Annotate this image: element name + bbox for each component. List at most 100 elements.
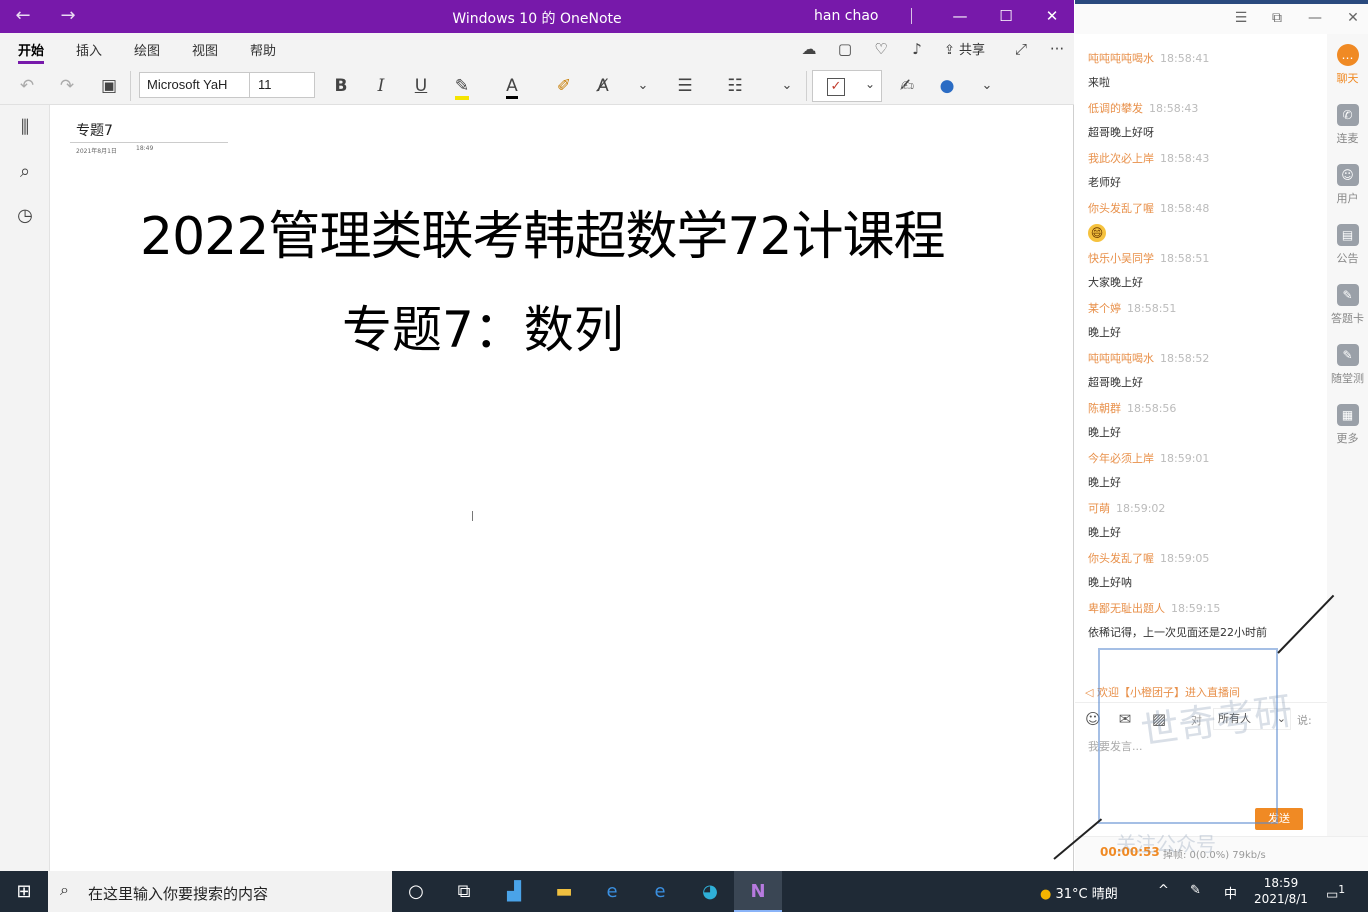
format-painter-icon[interactable]: ✐ bbox=[549, 73, 579, 99]
share-button[interactable]: ⇪ 共享 bbox=[944, 39, 985, 58]
side-nav-item-1[interactable]: ✆ 连麦 bbox=[1327, 104, 1368, 146]
side-nav-label: 更多 bbox=[1336, 432, 1359, 445]
send-button[interactable]: 发送 bbox=[1255, 808, 1303, 830]
search-icon[interactable]: ⌕ bbox=[12, 159, 38, 185]
tray-expand-icon[interactable]: ^ bbox=[1158, 883, 1169, 898]
quick-reply-icon[interactable]: ✉ bbox=[1115, 709, 1135, 729]
numbered-list-icon[interactable]: ☷ bbox=[720, 73, 750, 99]
task-view-icon[interactable]: ⧉ bbox=[440, 871, 488, 912]
close-button[interactable]: ✕ bbox=[1032, 4, 1072, 28]
paste-icon[interactable]: ▣ bbox=[94, 73, 124, 99]
topic-heading[interactable]: 专题7：数列 bbox=[342, 290, 624, 362]
onenote-icon[interactable]: N bbox=[734, 871, 782, 912]
chat-username[interactable]: 今年必须上岸 bbox=[1088, 452, 1154, 465]
todo-tag-button[interactable]: ✓ ⌄ bbox=[812, 70, 882, 102]
edge-icon[interactable]: ◕ bbox=[686, 871, 734, 912]
close-icon[interactable]: ✕ bbox=[1341, 10, 1365, 26]
more-options-button[interactable]: ··· bbox=[1044, 38, 1070, 60]
chat-username[interactable]: 你头发乱了喔 bbox=[1088, 552, 1154, 565]
chat-username[interactable]: 陈朝群 bbox=[1088, 402, 1121, 415]
chat-username[interactable]: 吨吨吨吨喝水 bbox=[1088, 52, 1154, 65]
minimize-icon[interactable]: — bbox=[1303, 10, 1327, 26]
side-nav-item-2[interactable]: ☺ 用户 bbox=[1327, 164, 1368, 206]
side-nav-label: 聊天 bbox=[1336, 72, 1359, 85]
side-nav-item-4[interactable]: ✎ 答题卡 bbox=[1327, 284, 1368, 326]
chat-message-text: 依稀记得，上一次见面还是22小时前 bbox=[1088, 626, 1267, 639]
page-title[interactable]: 专题7 bbox=[76, 120, 113, 140]
chat-username[interactable]: 快乐小吴同学 bbox=[1088, 252, 1154, 265]
highlight-icon[interactable]: ✎ bbox=[447, 73, 477, 100]
recent-clock-icon[interactable]: ◷ bbox=[12, 203, 38, 229]
tab-help[interactable]: 帮助 bbox=[250, 40, 276, 64]
minimize-button[interactable]: — bbox=[940, 4, 980, 28]
font-size-input[interactable]: 11 bbox=[250, 72, 315, 98]
system-clock[interactable]: 18:59 2021/8/1 bbox=[1250, 875, 1312, 907]
start-button[interactable]: ⊞ bbox=[0, 871, 48, 912]
restore-icon[interactable]: ⧉ bbox=[1265, 10, 1289, 26]
welcome-notice: ◁ 欢迎【小橙团子】进入直播间 bbox=[1085, 684, 1240, 700]
notebooks-icon[interactable]: ⫼ bbox=[12, 115, 38, 141]
tab-insert[interactable]: 插入 bbox=[76, 40, 102, 64]
side-nav-item-3[interactable]: ▤ 公告 bbox=[1327, 224, 1368, 266]
ie-icon[interactable]: e bbox=[588, 871, 636, 912]
taskbar-search[interactable]: ⌕ 在这里输入你要搜索的内容 bbox=[48, 871, 392, 912]
pen-icon[interactable]: ✎ bbox=[1190, 883, 1201, 898]
italic-button[interactable]: I bbox=[366, 73, 396, 99]
spelling-icon[interactable]: ✍ bbox=[892, 73, 922, 99]
maximize-button[interactable]: ☐ bbox=[986, 4, 1026, 28]
font-name-input[interactable]: Microsoft YaH bbox=[139, 72, 250, 98]
lightbulb-icon[interactable]: ♡ bbox=[868, 38, 894, 60]
chat-message: 吨吨吨吨喝水 18:58:41 来啦 bbox=[1088, 50, 1324, 90]
notification-icon[interactable]: ▭1 bbox=[1326, 883, 1345, 902]
side-nav-item-5[interactable]: ✎ 随堂测 bbox=[1327, 344, 1368, 386]
dictate-dropdown[interactable]: ⌄ bbox=[972, 73, 1002, 99]
undo-icon[interactable]: ↶ bbox=[12, 73, 42, 99]
chat-username[interactable]: 低调的攀发 bbox=[1088, 102, 1143, 115]
more-format-dropdown[interactable]: ⌄ bbox=[628, 73, 658, 99]
chat-username[interactable]: 你头发乱了喔 bbox=[1088, 202, 1154, 215]
tab-home[interactable]: 开始 bbox=[18, 40, 45, 64]
bold-button[interactable]: B bbox=[326, 73, 356, 99]
chat-timestamp: 18:58:52 bbox=[1160, 352, 1210, 365]
side-nav-icon: ✎ bbox=[1336, 344, 1359, 366]
account-name[interactable]: han chao bbox=[814, 8, 879, 24]
microphone-icon[interactable]: ● bbox=[932, 73, 962, 99]
recipient-select[interactable]: 所有人 ⌄ bbox=[1213, 708, 1291, 730]
menu-icon[interactable]: ☰ bbox=[1229, 10, 1253, 26]
titlebar-divider bbox=[911, 8, 912, 24]
underline-button[interactable]: U bbox=[406, 73, 436, 99]
page-icon[interactable]: ▢ bbox=[832, 38, 858, 60]
ime-indicator[interactable]: 中 bbox=[1224, 883, 1237, 902]
chat-input[interactable]: 我要发言... bbox=[1088, 738, 1143, 754]
file-explorer-icon[interactable]: ▬ bbox=[540, 871, 588, 912]
chat-message: 你头发乱了喔 18:59:05 晚上好呐 bbox=[1088, 550, 1324, 590]
cortana-icon[interactable]: ○ bbox=[392, 871, 440, 912]
chat-timestamp: 18:58:48 bbox=[1160, 202, 1210, 215]
chat-username[interactable]: 我此次必上岸 bbox=[1088, 152, 1154, 165]
sync-icon[interactable]: ☁ bbox=[796, 38, 822, 60]
chat-message-text: 超哥晚上好 bbox=[1088, 376, 1143, 389]
app-icon[interactable]: ▟ bbox=[490, 871, 538, 912]
image-icon[interactable]: ▨ bbox=[1149, 709, 1169, 729]
course-heading[interactable]: 2022管理类联考韩超数学72计课程 bbox=[140, 194, 946, 269]
chat-message-list[interactable]: 吨吨吨吨喝水 18:58:41 来啦 低调的攀发 18:58:43 超哥晚上好呀 我此次必上… bbox=[1075, 34, 1327, 674]
chat-username[interactable]: 卑鄙无耻出题人 bbox=[1088, 602, 1165, 615]
font-color-button[interactable]: A bbox=[497, 73, 527, 99]
ie-icon[interactable]: e bbox=[636, 871, 684, 912]
chat-username[interactable]: 某个婷 bbox=[1088, 302, 1121, 315]
side-nav-item-0[interactable]: … 聊天 bbox=[1327, 44, 1368, 86]
tab-draw[interactable]: 绘图 bbox=[134, 40, 160, 64]
list-dropdown[interactable]: ⌄ bbox=[772, 73, 802, 99]
bullet-list-icon[interactable]: ☰ bbox=[670, 73, 700, 99]
redo-icon[interactable]: ↷ bbox=[52, 73, 82, 99]
smile-emoji-icon: 😄 bbox=[1088, 224, 1106, 242]
side-nav-item-6[interactable]: ▦ 更多 bbox=[1327, 404, 1368, 446]
weather-widget[interactable]: ● 31°C 晴朗 bbox=[1040, 883, 1118, 902]
chat-username[interactable]: 可萌 bbox=[1088, 502, 1110, 515]
clear-format-icon[interactable]: A̸ bbox=[588, 73, 618, 99]
emoji-icon[interactable]: ☺ bbox=[1083, 709, 1103, 729]
chat-username[interactable]: 吨吨吨吨喝水 bbox=[1088, 352, 1154, 365]
expand-icon[interactable]: ⤢ bbox=[1008, 38, 1034, 60]
bell-icon[interactable]: ♪ bbox=[904, 38, 930, 60]
tab-view[interactable]: 视图 bbox=[192, 40, 218, 64]
